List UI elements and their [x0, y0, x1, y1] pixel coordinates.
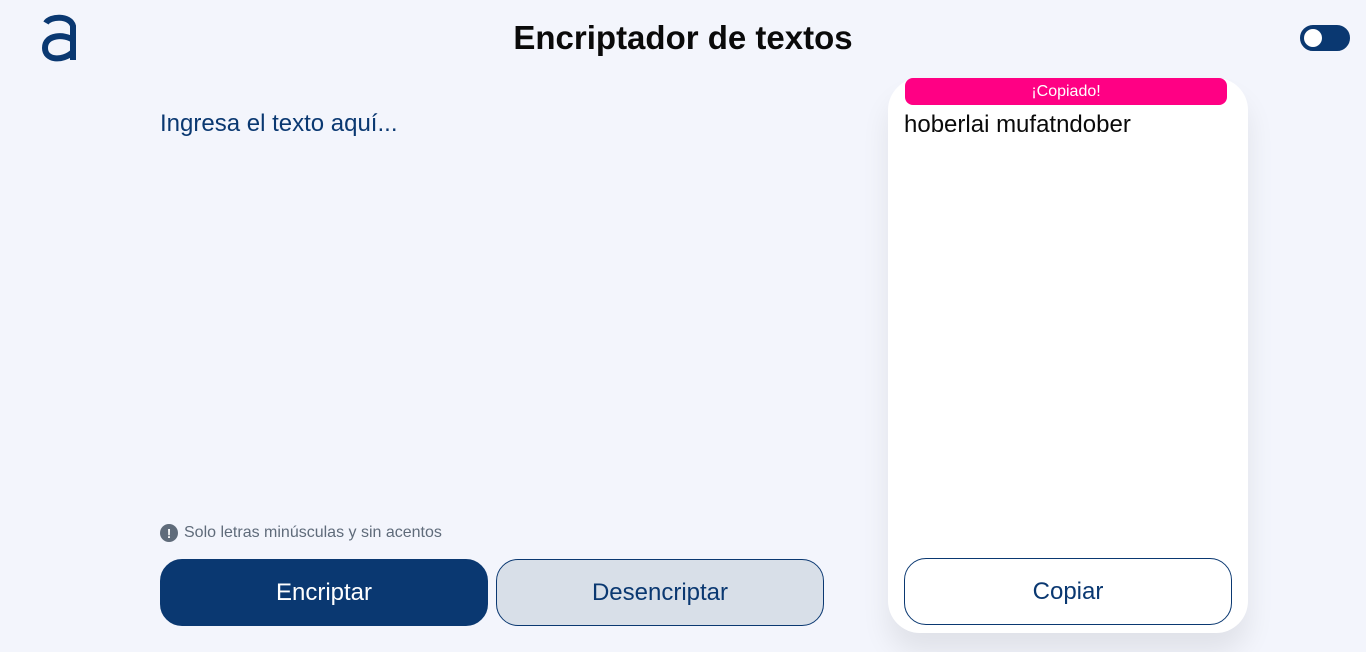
encrypt-button[interactable]: Encriptar: [160, 559, 488, 626]
decrypt-button[interactable]: Desencriptar: [496, 559, 824, 626]
output-text: hoberlai mufatndober: [904, 111, 1131, 138]
exclamation-circle-icon: !: [160, 524, 178, 542]
copy-button[interactable]: Copiar: [904, 558, 1232, 625]
text-input[interactable]: [160, 108, 820, 498]
hint-text: Solo letras minúsculas y sin acentos: [184, 524, 442, 541]
app-page: Encriptador de textos ! Solo letras minú…: [0, 0, 1366, 652]
toggle-knob: [1304, 29, 1322, 47]
copied-badge: ¡Copiado!: [905, 78, 1227, 105]
input-hint: ! Solo letras minúsculas y sin acentos: [160, 523, 442, 543]
output-panel: ¡Copiado! hoberlai mufatndober Copiar: [888, 78, 1248, 633]
page-title: Encriptador de textos: [513, 19, 853, 56]
theme-toggle-switch[interactable]: [1300, 25, 1350, 51]
